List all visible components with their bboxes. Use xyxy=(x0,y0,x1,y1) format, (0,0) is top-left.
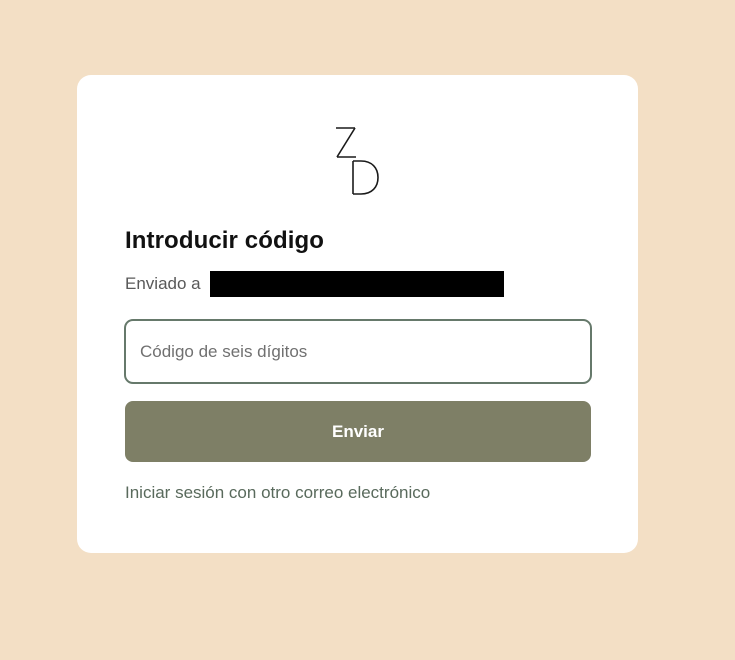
alt-signin-link[interactable]: Iniciar sesión con otro correo electróni… xyxy=(125,483,430,503)
zd-logo-icon xyxy=(336,127,379,195)
code-input[interactable] xyxy=(124,319,592,384)
sent-to-row: Enviado a xyxy=(125,271,504,297)
submit-button[interactable]: Enviar xyxy=(125,401,591,462)
page-title: Introducir código xyxy=(125,227,325,254)
sent-to-label: Enviado a xyxy=(125,274,201,293)
login-card: Introducir código Enviado a Enviar Inici… xyxy=(77,75,638,553)
redacted-email xyxy=(209,271,504,297)
